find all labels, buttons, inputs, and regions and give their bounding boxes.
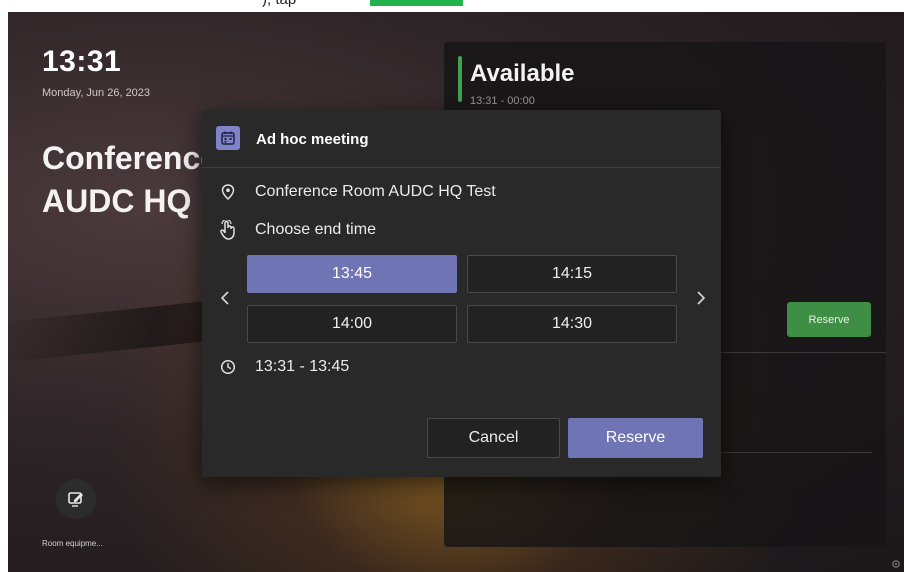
edit-icon [68, 492, 83, 507]
panel-reserve-button[interactable]: Reserve [787, 302, 871, 337]
availability-time-range: 13:31 - 00:00 [470, 95, 535, 107]
chevron-left-icon[interactable] [218, 288, 232, 308]
clock-icon [218, 357, 238, 377]
gear-icon[interactable] [890, 558, 904, 572]
ad-hoc-meeting-dialog: Ad hoc meeting Conference Room AUDC HQ T… [202, 110, 721, 477]
document-caption-strip: ), tap [0, 0, 904, 12]
room-title-line1: Conference [42, 140, 219, 176]
location-pin-icon [218, 182, 238, 202]
end-time-option[interactable]: 13:45 [247, 255, 457, 293]
end-time-option[interactable]: 14:00 [247, 305, 457, 343]
caption-text: ), tap [262, 0, 296, 8]
room-equipment-button[interactable] [56, 479, 96, 519]
room-equipment-label: Room equipme... [42, 539, 103, 548]
room-title: Conference AUDC HQ [42, 137, 218, 223]
meeting-time-range: 13:31 - 13:45 [255, 358, 350, 375]
room-title-line2: AUDC HQ [42, 183, 192, 219]
current-time: 13:31 [42, 45, 122, 78]
caption-highlight [370, 0, 463, 6]
availability-status: Available [470, 60, 575, 87]
calendar-icon [216, 126, 240, 150]
hand-pointer-icon [218, 220, 238, 240]
location-text: Conference Room AUDC HQ Test [255, 183, 496, 200]
dialog-title: Ad hoc meeting [256, 131, 369, 148]
chevron-right-icon[interactable] [694, 288, 708, 308]
dialog-header: Ad hoc meeting [202, 110, 721, 168]
current-date: Monday, Jun 26, 2023 [42, 87, 151, 99]
reserve-button[interactable]: Reserve [568, 418, 703, 458]
availability-indicator [458, 56, 462, 102]
choose-end-time-label: Choose end time [255, 221, 376, 238]
cancel-button[interactable]: Cancel [427, 418, 560, 458]
end-time-option[interactable]: 14:30 [467, 305, 677, 343]
end-time-option[interactable]: 14:15 [467, 255, 677, 293]
